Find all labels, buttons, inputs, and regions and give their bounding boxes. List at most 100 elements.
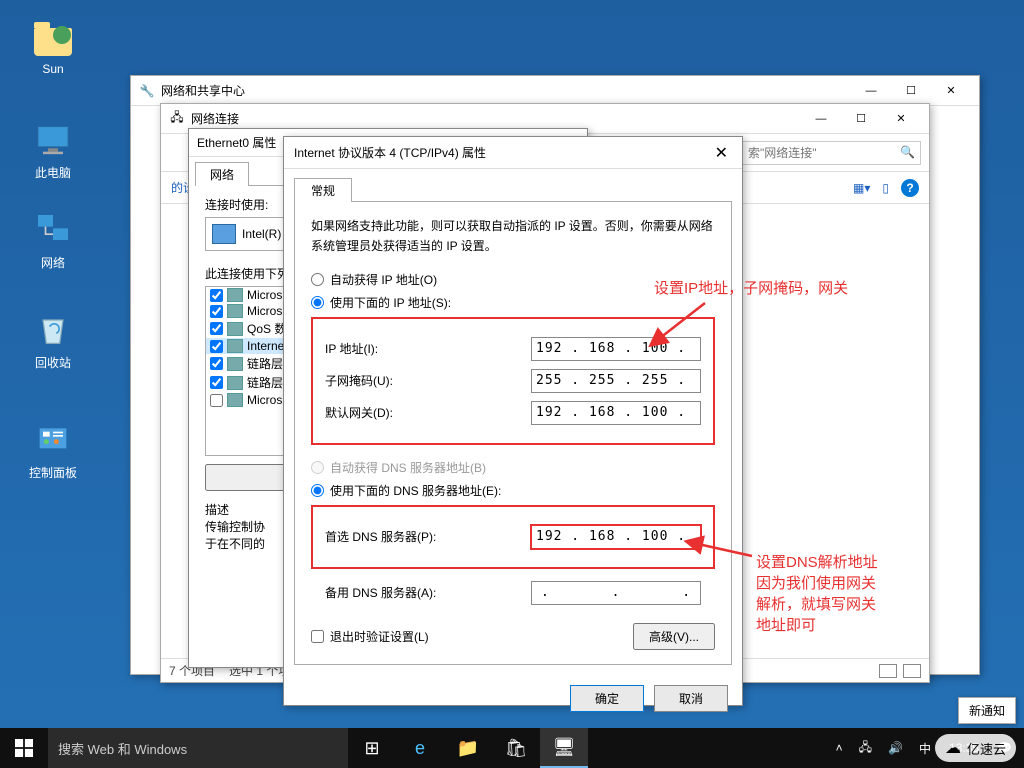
pc-icon	[33, 120, 73, 160]
desktop-icon-label: Sun	[18, 62, 88, 76]
watermark-text: 亿速云	[967, 739, 1006, 758]
desktop-icon-label: 控制面板	[18, 464, 88, 481]
close-button[interactable]: ✕	[881, 104, 921, 134]
close-button[interactable]: ✕	[711, 143, 732, 163]
help-icon[interactable]: ?	[901, 179, 919, 197]
close-button[interactable]: ✕	[931, 76, 971, 106]
adapter-icon	[212, 224, 236, 244]
annotation-dns: 设置DNS解析地址 因为我们使用网关 解析，就填写网关 地址即可	[756, 552, 878, 636]
taskbar: 搜索 Web 和 Windows ⊞ e 📁 🛍 🖥 ˄ 🖧 🔊 中 13:35…	[0, 728, 1024, 768]
desktop-icon-label: 此电脑	[18, 164, 88, 181]
minimize-button[interactable]: —	[801, 104, 841, 134]
desktop-icon-sun[interactable]: Sun	[18, 18, 88, 76]
maximize-button[interactable]: ☐	[891, 76, 931, 106]
notification-balloon[interactable]: 新通知	[958, 697, 1016, 724]
checkbox[interactable]	[210, 376, 223, 389]
intro-text: 如果网络支持此功能，则可以获取自动指派的 IP 设置。否则，你需要从网络系统管理…	[311, 216, 715, 257]
radio-manual-ip[interactable]	[311, 296, 324, 309]
search-input[interactable]	[741, 141, 921, 165]
preview-pane-icon[interactable]: ▯	[882, 181, 889, 195]
start-button[interactable]	[0, 728, 48, 768]
label-dns1: 首选 DNS 服务器(P):	[325, 528, 531, 545]
protocol-icon	[227, 376, 243, 390]
tray-volume-icon[interactable]: 🔊	[884, 741, 907, 755]
notification-text: 新通知	[969, 704, 1005, 718]
titlebar[interactable]: Internet 协议版本 4 (TCP/IPv4) 属性 ✕	[284, 137, 742, 169]
protocol-icon	[227, 288, 243, 302]
list-item-label: 链路层	[247, 374, 283, 391]
radio-label: 自动获得 IP 地址(O)	[330, 271, 437, 288]
window-title: 网络和共享中心	[161, 82, 851, 99]
protocol-icon	[227, 322, 243, 336]
dialog-title: Internet 协议版本 4 (TCP/IPv4) 属性	[294, 144, 711, 161]
checkbox-validate-on-exit[interactable]	[311, 630, 324, 643]
desktop-icon-network[interactable]: 网络	[18, 210, 88, 271]
store-icon[interactable]: 🛍	[492, 728, 540, 768]
checkbox[interactable]	[210, 289, 223, 302]
radio-auto-ip[interactable]	[311, 273, 324, 286]
tab-network[interactable]: 网络	[195, 162, 249, 186]
input-dns-primary[interactable]	[531, 525, 701, 549]
tray-ime-icon[interactable]: 中	[915, 740, 935, 757]
input-subnet-mask[interactable]	[531, 369, 701, 393]
checkbox[interactable]	[210, 357, 223, 370]
radio-label: 使用下面的 IP 地址(S):	[330, 294, 451, 311]
checkbox[interactable]	[210, 322, 223, 335]
tray-network-icon[interactable]: 🖧	[855, 738, 876, 759]
input-dns-secondary[interactable]	[531, 581, 701, 605]
edge-icon[interactable]: e	[396, 728, 444, 768]
ok-button[interactable]: 确定	[570, 685, 644, 712]
radio-label: 使用下面的 DNS 服务器地址(E):	[330, 482, 501, 499]
task-item-control-panel[interactable]: 🖥	[540, 728, 588, 768]
list-item-label: Micros	[247, 393, 282, 407]
view-dropdown-icon[interactable]: ▦▾	[853, 181, 870, 195]
control-panel-icon: 🔧	[139, 83, 155, 99]
view-large-icon[interactable]	[903, 664, 921, 678]
checkbox-label: 退出时验证设置(L)	[330, 628, 429, 645]
list-item-label: Interne	[247, 339, 284, 353]
desktop-icon-control-panel[interactable]: 控制面板	[18, 420, 88, 481]
advanced-button[interactable]: 高级(V)...	[633, 623, 715, 650]
adapter-name: Intel(R)	[242, 227, 281, 241]
input-gateway[interactable]	[531, 401, 701, 425]
radio-label: 自动获得 DNS 服务器地址(B)	[330, 459, 486, 476]
titlebar[interactable]: 🔧 网络和共享中心 — ☐ ✕	[131, 76, 979, 106]
taskbar-search[interactable]: 搜索 Web 和 Windows	[48, 728, 348, 768]
protocol-icon	[227, 304, 243, 318]
list-item-label: Micros	[247, 288, 282, 302]
label-mask: 子网掩码(U):	[325, 372, 531, 389]
checkbox[interactable]	[210, 394, 223, 407]
desktop-icon-this-pc[interactable]: 此电脑	[18, 120, 88, 181]
maximize-button[interactable]: ☐	[841, 104, 881, 134]
annotation-ip: 设置IP地址，子网掩码，网关	[654, 278, 848, 299]
desktop-icon-recycle-bin[interactable]: 回收站	[18, 310, 88, 371]
view-details-icon[interactable]	[879, 664, 897, 678]
protocol-icon	[227, 339, 243, 353]
arrow-icon	[650, 298, 710, 353]
label-ip: IP 地址(I):	[325, 340, 531, 357]
network-folder-icon: 🖧	[169, 111, 185, 127]
tab-general[interactable]: 常规	[294, 178, 352, 202]
desktop-icon-label: 回收站	[18, 354, 88, 371]
checkbox[interactable]	[210, 305, 223, 318]
minimize-button[interactable]: —	[851, 76, 891, 106]
radio-auto-dns	[311, 461, 324, 474]
window-title: 网络连接	[191, 110, 801, 127]
task-view-button[interactable]: ⊞	[348, 728, 396, 768]
radio-manual-dns[interactable]	[311, 484, 324, 497]
list-item-label: 链路层	[247, 355, 283, 372]
label-dns2: 备用 DNS 服务器(A):	[325, 584, 531, 601]
recycle-bin-icon	[33, 310, 73, 350]
cancel-button[interactable]: 取消	[654, 685, 728, 712]
desktop-icon-label: 网络	[18, 254, 88, 271]
tray-up-icon[interactable]: ˄	[832, 741, 847, 755]
dialog-ipv4-properties[interactable]: Internet 协议版本 4 (TCP/IPv4) 属性 ✕ 常规 如果网络支…	[283, 136, 743, 706]
search-icon[interactable]: 🔍	[900, 145, 915, 159]
protocol-icon	[227, 393, 243, 407]
protocol-icon	[227, 357, 243, 371]
list-item-label: Micros	[247, 304, 282, 318]
dns-fields-group: 首选 DNS 服务器(P):	[311, 505, 715, 569]
checkbox[interactable]	[210, 340, 223, 353]
file-explorer-icon[interactable]: 📁	[444, 728, 492, 768]
network-icon	[33, 210, 73, 250]
